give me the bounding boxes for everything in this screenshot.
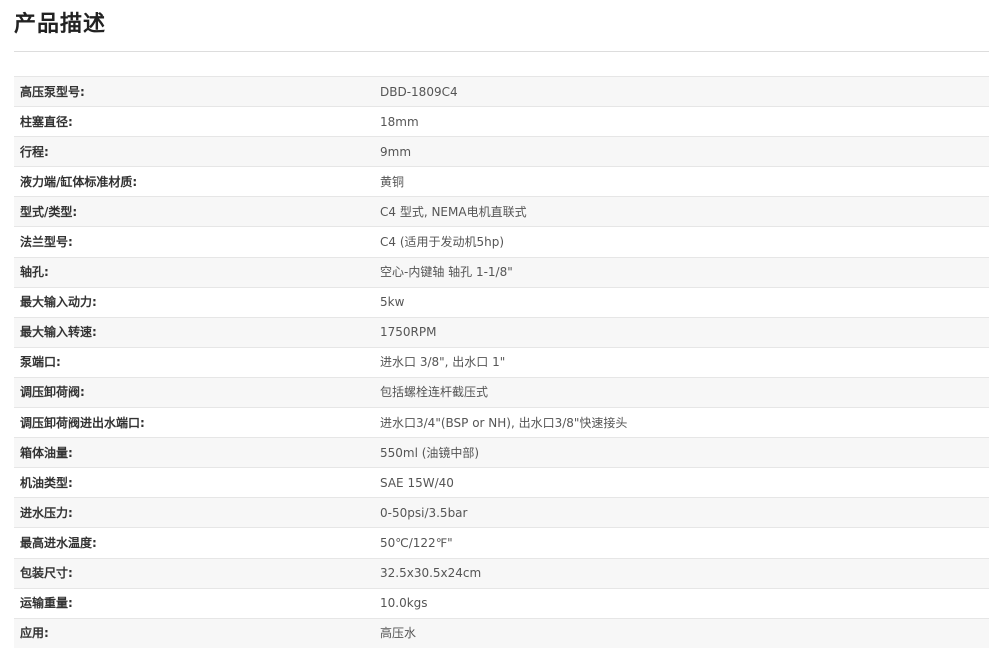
spec-table: 高压泵型号: DBD-1809C4 柱塞直径: 18mm 行程: 9mm 液力端… xyxy=(14,76,989,648)
spec-value: 进水口 3/8", 出水口 1" xyxy=(374,347,989,377)
spec-value: DBD-1809C4 xyxy=(374,77,989,107)
spec-value: 9mm xyxy=(374,137,989,167)
spec-value: 550ml (油镜中部) xyxy=(374,438,989,468)
spec-label: 最大输入转速: xyxy=(14,317,374,347)
spec-value: 50℃/122℉" xyxy=(374,528,989,558)
spec-row: 机油类型: SAE 15W/40 xyxy=(14,468,989,498)
section-divider xyxy=(14,51,989,52)
spec-row: 调压卸荷阀进出水端口: 进水口3/4"(BSP or NH), 出水口3/8"快… xyxy=(14,408,989,438)
spec-value: 18mm xyxy=(374,107,989,137)
spec-row: 法兰型号: C4 (适用于发动机5hp) xyxy=(14,227,989,257)
spec-value: 高压水 xyxy=(374,618,989,648)
spec-row: 包装尺寸: 32.5x30.5x24cm xyxy=(14,558,989,588)
spec-value: 10.0kgs xyxy=(374,588,989,618)
spec-value: SAE 15W/40 xyxy=(374,468,989,498)
spec-label: 调压卸荷阀进出水端口: xyxy=(14,408,374,438)
spec-row: 进水压力: 0-50psi/3.5bar xyxy=(14,498,989,528)
spec-row: 液力端/缸体标准材质: 黄铜 xyxy=(14,167,989,197)
spec-value: 5kw xyxy=(374,287,989,317)
spec-value: 0-50psi/3.5bar xyxy=(374,498,989,528)
spec-row: 最大输入转速: 1750RPM xyxy=(14,317,989,347)
spec-row: 高压泵型号: DBD-1809C4 xyxy=(14,77,989,107)
spec-row: 最大输入动力: 5kw xyxy=(14,287,989,317)
spec-value: 进水口3/4"(BSP or NH), 出水口3/8"快速接头 xyxy=(374,408,989,438)
spec-value: C4 型式, NEMA电机直联式 xyxy=(374,197,989,227)
spec-table-body: 高压泵型号: DBD-1809C4 柱塞直径: 18mm 行程: 9mm 液力端… xyxy=(14,77,989,648)
spec-row: 型式/类型: C4 型式, NEMA电机直联式 xyxy=(14,197,989,227)
spec-row: 运输重量: 10.0kgs xyxy=(14,588,989,618)
spec-label: 进水压力: xyxy=(14,498,374,528)
spec-row: 轴孔: 空心-内键轴 轴孔 1-1/8" xyxy=(14,257,989,287)
spec-label: 液力端/缸体标准材质: xyxy=(14,167,374,197)
spec-row: 调压卸荷阀: 包括螺栓连杆截压式 xyxy=(14,377,989,407)
spec-label: 型式/类型: xyxy=(14,197,374,227)
spec-label: 最高进水温度: xyxy=(14,528,374,558)
spec-label: 箱体油量: xyxy=(14,438,374,468)
section-title: 产品描述 xyxy=(14,9,106,41)
spec-label: 高压泵型号: xyxy=(14,77,374,107)
spec-value: C4 (适用于发动机5hp) xyxy=(374,227,989,257)
spec-label: 调压卸荷阀: xyxy=(14,377,374,407)
spec-value: 32.5x30.5x24cm xyxy=(374,558,989,588)
spec-label: 运输重量: xyxy=(14,588,374,618)
spec-label: 轴孔: xyxy=(14,257,374,287)
spec-label: 法兰型号: xyxy=(14,227,374,257)
spec-value: 黄铜 xyxy=(374,167,989,197)
spec-label: 最大输入动力: xyxy=(14,287,374,317)
spec-row: 最高进水温度: 50℃/122℉" xyxy=(14,528,989,558)
spec-row: 应用: 高压水 xyxy=(14,618,989,648)
spec-label: 泵端口: xyxy=(14,347,374,377)
spec-row: 泵端口: 进水口 3/8", 出水口 1" xyxy=(14,347,989,377)
spec-label: 应用: xyxy=(14,618,374,648)
spec-row: 箱体油量: 550ml (油镜中部) xyxy=(14,438,989,468)
spec-value: 包括螺栓连杆截压式 xyxy=(374,377,989,407)
spec-label: 行程: xyxy=(14,137,374,167)
spec-label: 包装尺寸: xyxy=(14,558,374,588)
spec-value: 空心-内键轴 轴孔 1-1/8" xyxy=(374,257,989,287)
spec-label: 机油类型: xyxy=(14,468,374,498)
spec-row: 行程: 9mm xyxy=(14,137,989,167)
spec-row: 柱塞直径: 18mm xyxy=(14,107,989,137)
spec-label: 柱塞直径: xyxy=(14,107,374,137)
spec-value: 1750RPM xyxy=(374,317,989,347)
